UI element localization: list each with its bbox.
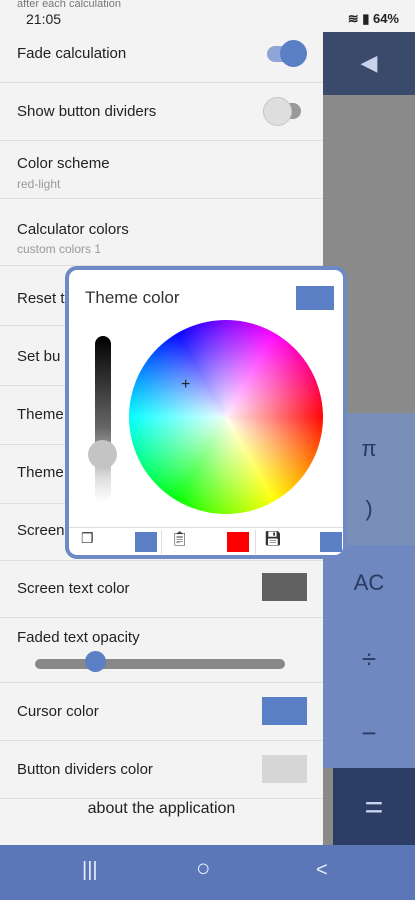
partial-text: after each calculation xyxy=(17,0,121,10)
row-label: Fade calculation xyxy=(17,45,127,62)
calculator-colors-row[interactable]: Calculator colors custom colors 1 xyxy=(0,199,323,266)
equals-button[interactable]: = xyxy=(333,768,415,846)
screen-text-color-swatch[interactable] xyxy=(262,573,307,601)
row-label: Reset t xyxy=(17,290,65,307)
copied-color-swatch[interactable] xyxy=(135,532,157,552)
brightness-slider[interactable] xyxy=(95,336,111,502)
row-label: Set bu xyxy=(17,348,61,365)
dialog-toolbar: ❐ 📋︎ 💾︎ xyxy=(69,527,343,556)
minus-button[interactable]: − xyxy=(323,718,415,749)
current-color-swatch xyxy=(296,286,334,310)
screen-text-color-row[interactable]: Screen text color xyxy=(0,561,323,618)
back-button[interactable]: < xyxy=(316,859,328,882)
row-label: Color scheme xyxy=(17,155,110,172)
paste-icon[interactable]: 📋︎ xyxy=(171,530,189,547)
saved-color-swatch[interactable] xyxy=(320,532,342,552)
battery-indicator: ≋ ▮ 64% xyxy=(347,11,399,26)
show-dividers-row[interactable]: Show button dividers xyxy=(0,83,323,141)
home-button[interactable]: ○ xyxy=(196,855,211,883)
pasted-color-swatch[interactable] xyxy=(227,532,249,552)
row-label: Screen text color xyxy=(17,580,130,597)
wifi-icon: ≋ ▮ xyxy=(347,11,373,26)
row-label: Theme xyxy=(17,406,64,423)
copy-icon[interactable]: ❐ xyxy=(81,530,94,547)
divide-button[interactable]: ÷ xyxy=(323,644,415,675)
dividers-color-swatch[interactable] xyxy=(262,755,307,783)
about-link[interactable]: about the application xyxy=(0,800,323,818)
ac-button[interactable]: AC xyxy=(323,570,415,596)
dividers-color-row[interactable]: Button dividers color xyxy=(0,741,323,799)
row-label: Button dividers color xyxy=(17,761,153,778)
fade-calculation-row[interactable]: Fade calculation xyxy=(0,32,323,83)
backspace-button[interactable]: ◀ xyxy=(323,50,415,76)
navigation-bar: ||| ○ < xyxy=(0,845,415,900)
status-bar: after each calculation 21:05 ≋ ▮ 64% xyxy=(0,0,415,32)
row-label: Faded text opacity xyxy=(17,629,140,646)
crosshair-icon: + xyxy=(181,376,191,393)
row-label: Calculator colors xyxy=(17,221,129,238)
slider-thumb[interactable] xyxy=(84,651,106,672)
row-label: Screen xyxy=(17,522,65,539)
dialog-title: Theme color xyxy=(85,288,180,307)
status-time: 21:05 xyxy=(26,11,62,27)
faded-opacity-row: Faded text opacity xyxy=(0,618,323,683)
theme-color-dialog: Theme color + ❐ 📋︎ 💾︎ xyxy=(65,266,347,559)
cursor-color-swatch[interactable] xyxy=(262,697,307,725)
row-value: red-light xyxy=(17,177,61,191)
save-icon[interactable]: 💾︎ xyxy=(264,530,282,547)
color-scheme-row[interactable]: Color scheme red-light xyxy=(0,141,323,199)
row-value: custom colors 1 xyxy=(17,242,102,256)
color-wheel[interactable] xyxy=(129,320,323,514)
recent-apps-button[interactable]: ||| xyxy=(82,859,98,882)
row-label: Cursor color xyxy=(17,703,99,720)
row-label: Show button dividers xyxy=(17,103,157,120)
row-label: Theme xyxy=(17,464,64,481)
cursor-color-row[interactable]: Cursor color xyxy=(0,683,323,741)
brightness-thumb[interactable] xyxy=(88,440,117,469)
